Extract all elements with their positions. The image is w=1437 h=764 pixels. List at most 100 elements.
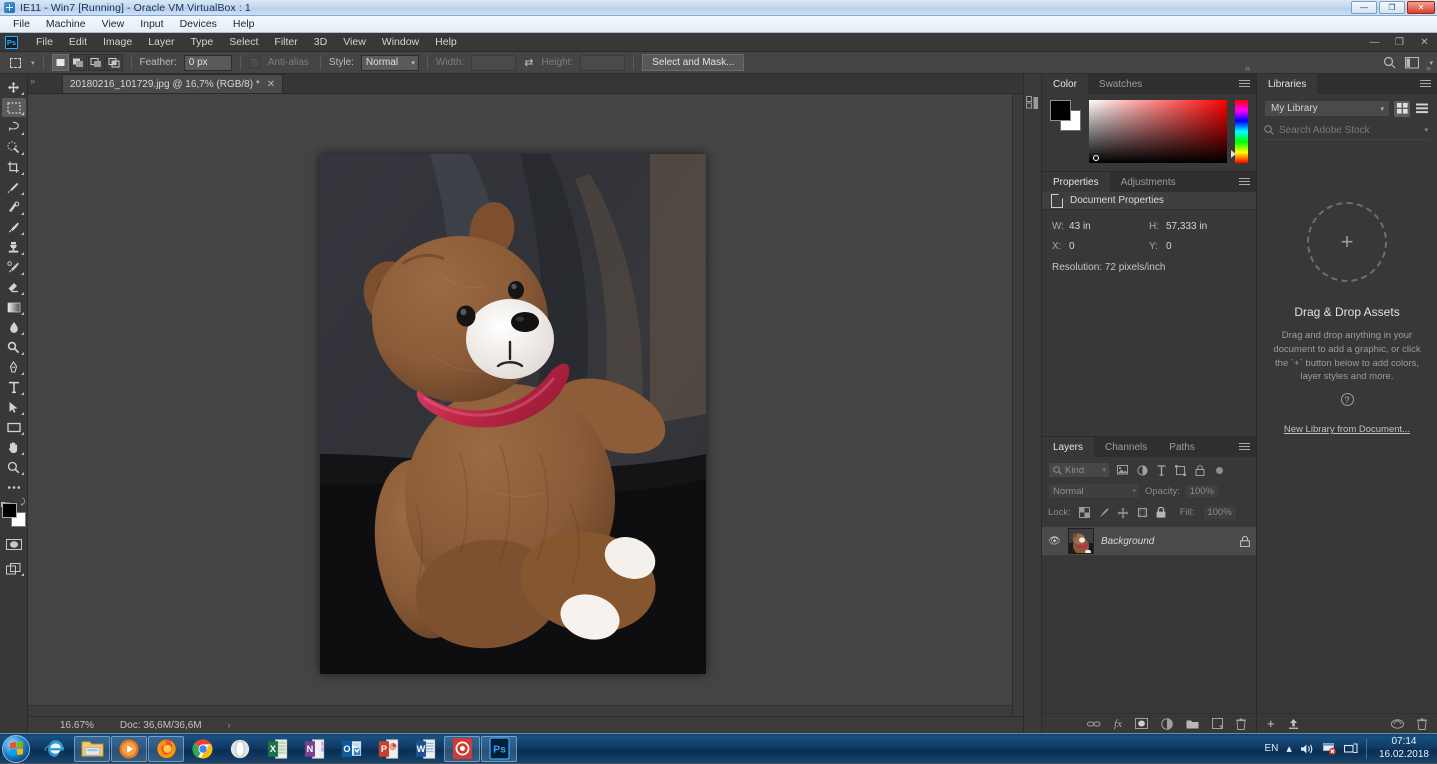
canvas-viewport[interactable] [28,94,1023,716]
adobe-stock-search[interactable]: Search Adobe Stock ▾ [1264,123,1430,140]
crop-tool[interactable] [2,158,26,177]
ps-menu-image[interactable]: Image [95,34,140,50]
lock-position-icon[interactable] [1117,507,1129,519]
new-group-icon[interactable] [1186,719,1199,729]
tab-channels[interactable]: Channels [1094,437,1158,457]
hue-slider[interactable] [1235,100,1248,163]
canvas-vertical-scrollbar[interactable] [1012,94,1023,716]
search-chevron-down-icon[interactable]: ▾ [1424,126,1428,134]
taskbar-item-windows-explorer[interactable] [74,736,110,762]
grid-view-icon[interactable] [1394,101,1410,117]
width-input[interactable] [471,55,516,71]
spot-healing-brush-tool[interactable] [2,198,26,217]
collapse-panel-chevron-icon[interactable]: » [30,76,35,86]
taskbar-item-word[interactable]: W [407,736,443,762]
new-adjustment-layer-icon[interactable] [1161,718,1173,730]
workspace-switcher-icon[interactable] [1405,57,1420,69]
ps-menu-window[interactable]: Window [374,34,427,50]
eraser-tool[interactable] [2,278,26,297]
ps-menu-view[interactable]: View [335,34,374,50]
chevron-up-icon[interactable]: ▴ [1286,742,1292,755]
clone-stamp-tool[interactable] [2,238,26,257]
language-indicator[interactable]: EN [1265,743,1279,754]
taskbar-item-opera[interactable] [222,736,258,762]
lock-transparent-pixels-icon[interactable] [1079,507,1090,518]
network-icon[interactable] [1344,743,1358,755]
new-layer-icon[interactable] [1212,718,1223,729]
vbox-menu-input[interactable]: Input [133,17,170,31]
rectangular-marquee-tool[interactable] [2,98,26,117]
active-tool-icon[interactable] [4,54,26,72]
document-tab-close-icon[interactable]: ✕ [267,79,275,90]
blur-tool[interactable] [2,318,26,337]
ps-menu-3d[interactable]: 3D [306,34,335,50]
tab-paths[interactable]: Paths [1158,437,1206,457]
layers-panel-menu-icon[interactable] [1239,443,1250,451]
color-panel-menu-icon[interactable] [1239,80,1250,88]
vbox-menu-machine[interactable]: Machine [39,17,93,31]
pen-tool[interactable] [2,358,26,377]
screen-mode-button[interactable] [2,559,26,578]
gradient-tool[interactable] [2,298,26,317]
ps-menu-filter[interactable]: Filter [266,34,305,50]
filter-adjustment-icon[interactable] [1137,465,1148,476]
lock-all-icon[interactable] [1156,507,1166,518]
add-to-selection-button[interactable] [70,54,87,71]
blend-mode-select[interactable]: Normal [1048,483,1140,499]
color-picker-cursor[interactable] [1093,155,1099,161]
ps-menu-type[interactable]: Type [182,34,221,50]
path-selection-tool[interactable] [2,398,26,417]
taskbar-item-chrome[interactable] [185,736,221,762]
fill-value[interactable]: 100% [1203,505,1237,520]
foreground-color-swatch[interactable] [2,503,17,518]
quick-selection-tool[interactable] [2,138,26,157]
add-layer-mask-icon[interactable] [1135,718,1148,729]
ps-restore-button[interactable]: ❐ [1387,33,1412,52]
taskbar-item-windows-media-player[interactable] [111,736,147,762]
new-selection-button[interactable] [52,54,69,71]
rectangle-tool[interactable] [2,418,26,437]
layer-thumbnail[interactable] [1068,528,1094,554]
vbox-menu-file[interactable]: File [6,17,37,31]
swap-width-height-icon[interactable]: ⇄ [520,56,537,69]
search-icon[interactable] [1383,56,1396,69]
taskbar-item-photoshop[interactable]: Ps [481,736,517,762]
taskbar-item-onenote[interactable]: N [296,736,332,762]
filter-type-icon[interactable] [1157,465,1166,476]
tab-libraries[interactable]: Libraries [1257,74,1317,94]
document-image[interactable] [320,154,706,674]
taskbar-item-recording-app[interactable] [444,736,480,762]
history-brush-tool[interactable] [2,258,26,277]
taskbar-item-firefox[interactable] [148,736,184,762]
zoom-tool[interactable] [2,458,26,477]
eyedropper-tool[interactable] [2,178,26,197]
layer-style-fx-icon[interactable]: fx [1114,718,1122,730]
tab-color[interactable]: Color [1042,74,1088,94]
filter-shape-icon[interactable] [1175,465,1186,476]
taskbar-item-outlook[interactable]: O [333,736,369,762]
select-and-mask-button[interactable]: Select and Mask... [642,54,744,71]
ps-menu-help[interactable]: Help [427,34,465,50]
zoom-level[interactable]: 16.67% [60,720,94,731]
speaker-icon[interactable] [1300,743,1314,755]
sync-icon[interactable] [1391,719,1404,729]
quick-mask-mode-button[interactable] [2,535,26,554]
document-tab[interactable]: 20180216_101729.jpg @ 16,7% (RGB/8) * ✕ [62,74,283,93]
lock-image-pixels-icon[interactable] [1098,507,1109,518]
vbox-restore-button[interactable]: ❐ [1379,1,1405,14]
vbox-menu-devices[interactable]: Devices [173,17,224,31]
tab-layers[interactable]: Layers [1042,437,1094,457]
collapsed-panel-icon[interactable] [1026,96,1039,111]
anti-alias-checkbox[interactable] [249,57,260,68]
add-asset-icon[interactable]: + [1267,716,1275,731]
libraries-panel-collapse-icon[interactable]: » [1426,63,1431,73]
hue-slider-marker[interactable] [1231,150,1236,158]
filter-smart-object-icon[interactable] [1195,465,1205,476]
color-picker-field[interactable] [1089,100,1227,163]
library-select[interactable]: My Library [1264,100,1390,117]
list-view-icon[interactable] [1414,101,1430,117]
dodge-tool[interactable] [2,338,26,357]
tab-swatches[interactable]: Swatches [1088,74,1153,94]
libraries-panel-menu-icon[interactable] [1420,80,1431,88]
vbox-close-button[interactable]: ✕ [1407,1,1435,14]
